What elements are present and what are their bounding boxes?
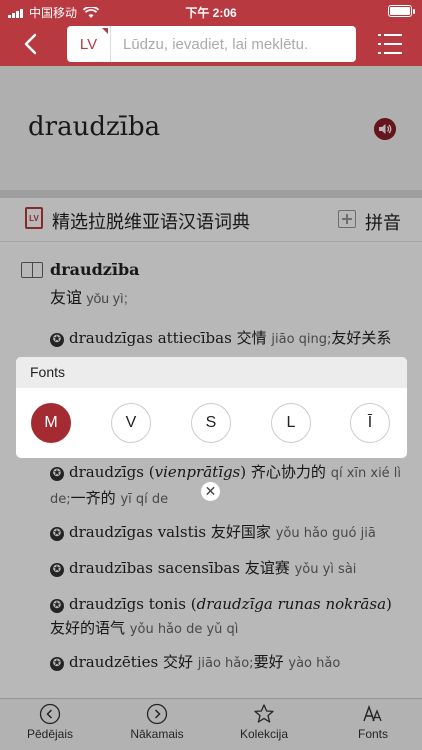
search-bar: LV [67, 26, 356, 62]
back-arrow-icon[interactable] [18, 30, 46, 58]
font-option-i[interactable]: Ī [350, 403, 390, 443]
font-option-s[interactable]: S [191, 403, 231, 443]
font-option-l[interactable]: L [271, 403, 311, 443]
list-menu-icon[interactable] [378, 32, 402, 56]
top-bar: LV [0, 22, 422, 66]
search-input[interactable] [111, 26, 356, 62]
fonts-popup: Fonts M V S L Ī [16, 357, 407, 458]
language-selector[interactable]: LV [67, 26, 111, 62]
status-bar: 中国移动 下午 2:06 [0, 0, 422, 22]
popup-title: Fonts [16, 357, 407, 388]
font-option-m[interactable]: M [31, 403, 71, 443]
font-option-v[interactable]: V [111, 403, 151, 443]
close-icon[interactable]: ✕ [201, 482, 220, 501]
font-options: M V S L Ī [16, 388, 407, 458]
battery-icon [388, 5, 415, 17]
clock: 下午 2:06 [185, 6, 237, 20]
